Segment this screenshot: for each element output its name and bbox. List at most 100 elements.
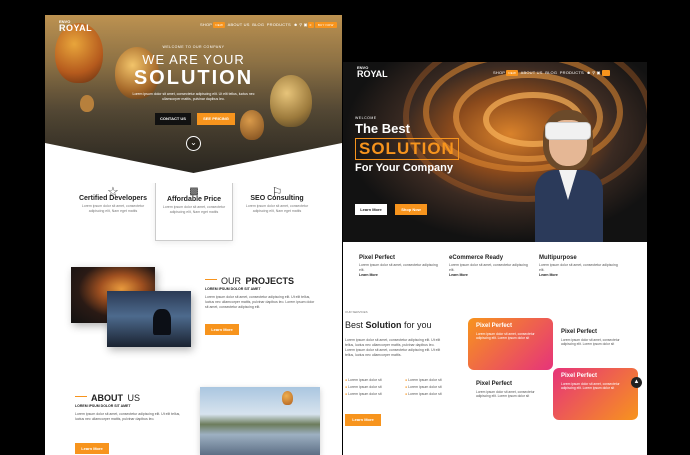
service-card-1[interactable]: Pixel Perfect Lorem ipsum dolor sit amet… [468, 318, 553, 370]
flag-icon: ⚐ [271, 185, 283, 199]
nav-about[interactable]: ABOUT US [521, 70, 543, 75]
menu-button[interactable] [601, 70, 610, 76]
feature-certified: ☆ Certified Developers Lorem ipsum dolor… [77, 184, 149, 213]
cart-count: 0 [307, 22, 314, 28]
logo-main: ROYAL [357, 69, 388, 79]
star-icon: ☆ [107, 184, 119, 199]
feature-text: Lorem ipsum dolor sit amet, consectetur … [81, 204, 145, 213]
vr-headset [545, 122, 591, 140]
learn-more-button[interactable]: Learn More [355, 204, 387, 215]
about-learn-more-button[interactable]: Learn More [75, 443, 109, 454]
balloon [282, 391, 293, 405]
feature-text: Lorem ipsum dolor sit amet, consectetur … [449, 263, 528, 272]
card-title: Pixel Perfect [561, 329, 598, 335]
scroll-down-icon[interactable]: ⌄ [186, 136, 201, 151]
card-text: Lorem ipsum dolor sit amet, consectetur … [476, 331, 535, 341]
hero-title-line1: WE ARE YOUR [142, 52, 245, 67]
feature-link[interactable]: Learn More [359, 273, 439, 277]
service-card-4[interactable]: Pixel Perfect Lorem ipsum dolor sit amet… [553, 368, 638, 420]
services-title: Best Solution for you [345, 320, 432, 330]
vr-woman-image [531, 110, 605, 242]
logo-main: ROYAL [59, 23, 93, 33]
hero-kicker: WELCOME TO OUR COMPANY [162, 45, 225, 49]
logo[interactable]: ENVO ROYAL [59, 19, 93, 33]
feature-ecommerce: eCommerce Ready Lorem ipsum dolor sit am… [449, 255, 529, 277]
mockup-right: ENVO ROYAL SHOP NEW ABOUT US BLOG PRODUC… [343, 62, 647, 455]
nav-about[interactable]: ABOUT US [228, 22, 250, 27]
services-text: Lorem ipsum dolor sit amet, consectetur … [345, 338, 441, 357]
hero-content: WELCOME The Best SOLUTION For Your Compa… [355, 116, 459, 174]
rock-arch [153, 309, 171, 335]
feature-title: Multipurpose [539, 255, 577, 261]
card-text: Lorem ipsum dolor sit amet, consectetur … [561, 381, 620, 391]
card-title: Pixel Perfect [561, 373, 598, 379]
services-checklist: ● Lorem ipsum dolor sit ● Lorem ipsum do… [345, 378, 465, 396]
checklist-item: ● Lorem ipsum dolor sit [345, 392, 382, 396]
nav-products[interactable]: PRODUCTS [560, 70, 584, 75]
feature-link[interactable]: Learn More [539, 273, 619, 277]
top-nav: SHOP NEW ABOUT US BLOG PRODUCTS ☻ ⚲ ▣ 0 B… [200, 22, 337, 28]
card-title: Pixel Perfect [476, 381, 513, 387]
checklist-item: ● Lorem ipsum dolor sit [405, 392, 442, 396]
mockup-left: ENVO ROYAL SHOP NEW ABOUT US BLOG PRODUC… [45, 15, 342, 455]
search-icon[interactable]: ⚲ [592, 70, 595, 75]
feature-affordable: ▩ Affordable Price Lorem ipsum dolor sit… [155, 179, 233, 241]
nav-products[interactable]: PRODUCTS [267, 22, 291, 27]
hero-title-line3: For Your Company [355, 162, 453, 174]
nav-blog[interactable]: BLOG [252, 22, 264, 27]
shop-now-button[interactable]: Shop Now [395, 204, 427, 215]
nav-shop[interactable]: SHOP [493, 70, 505, 75]
services-kicker: OUR SERVICES [345, 310, 368, 314]
checklist-item: ● Lorem ipsum dolor sit [345, 378, 382, 382]
service-card-2[interactable]: Pixel Perfect Lorem ipsum dolor sit amet… [553, 324, 638, 372]
see-pricing-button[interactable]: SEE PRICING [197, 113, 235, 125]
projects-learn-more-button[interactable]: Learn More [205, 324, 239, 335]
nav-shop[interactable]: SHOP [200, 22, 212, 27]
hero-text: Lorem ipsum dolor sit amet, consectetur … [132, 92, 255, 101]
user-icon[interactable]: ☻ [586, 70, 590, 75]
bar-chart-icon: ▩ [189, 186, 199, 197]
hero-title-line2: SOLUTION [355, 138, 459, 160]
contact-us-button[interactable]: CONTACT US [155, 113, 191, 125]
cart-icon[interactable]: ▣ [597, 70, 601, 75]
balloon [240, 110, 264, 140]
feature-pixel-perfect: Pixel Perfect Lorem ipsum dolor sit amet… [359, 255, 439, 277]
hero-title-line2: SOLUTION [133, 67, 254, 89]
feature-text: Lorem ipsum dolor sit amet, consectetur … [162, 205, 226, 214]
feature-text: Lorem ipsum dolor sit amet, consectetur … [245, 204, 309, 213]
project-image-2[interactable] [107, 291, 191, 347]
nav-blog[interactable]: BLOG [545, 70, 557, 75]
feature-text: Lorem ipsum dolor sit amet, consectetur … [359, 263, 438, 272]
feature-multipurpose: Multipurpose Lorem ipsum dolor sit amet,… [539, 255, 619, 277]
feature-title: SEO Consulting [250, 194, 304, 202]
about-lake-image [200, 387, 320, 455]
hero-title-line1: The Best [355, 121, 410, 136]
feature-title: Pixel Perfect [359, 255, 396, 261]
service-card-3[interactable]: Pixel Perfect Lorem ipsum dolor sit amet… [468, 376, 553, 424]
feature-seo: ⚐ SEO Consulting Lorem ipsum dolor sit a… [241, 185, 313, 213]
feature-link[interactable]: Learn More [449, 273, 529, 277]
logo[interactable]: ENVO ROYAL [357, 65, 388, 79]
hero-kicker: WELCOME [355, 116, 377, 120]
projects-subtitle: LOREM IPSUM DOLOR SIT AMET [205, 287, 261, 291]
feature-text: Lorem ipsum dolor sit amet, consectetur … [539, 263, 618, 272]
buy-now-button[interactable]: BUY NOW [314, 22, 337, 28]
card-text: Lorem ipsum dolor sit amet, consectetur … [476, 389, 535, 399]
user-icon[interactable]: ☻ [293, 22, 297, 27]
checklist-item: ● Lorem ipsum dolor sit [405, 378, 442, 382]
back-to-top-icon[interactable]: ▲ [631, 377, 642, 388]
checklist-item: ● Lorem ipsum dolor sit [345, 385, 382, 389]
checklist-item: ● Lorem ipsum dolor sit [405, 385, 442, 389]
feature-title: Certified Developers [78, 194, 148, 202]
new-badge: NEW [213, 22, 225, 28]
new-badge: NEW [506, 70, 518, 77]
about-subtitle: LOREM IPSUM DOLOR SIT AMET [75, 404, 131, 408]
feature-title: eCommerce Ready [449, 255, 504, 261]
top-nav: SHOP NEW ABOUT US BLOG PRODUCTS ☻ ⚲ ▣ [493, 70, 610, 77]
card-text: Lorem ipsum dolor sit amet, consectetur … [561, 337, 620, 347]
services-learn-more-button[interactable]: Learn More [345, 414, 381, 426]
feature-title: Affordable Price [166, 195, 222, 203]
search-icon[interactable]: ⚲ [299, 22, 302, 27]
about-text: Lorem ipsum dolor sit amet, consectetur … [75, 412, 181, 421]
hero-content: WELCOME TO OUR COMPANY WE ARE YOUR SOLUT… [45, 45, 342, 102]
